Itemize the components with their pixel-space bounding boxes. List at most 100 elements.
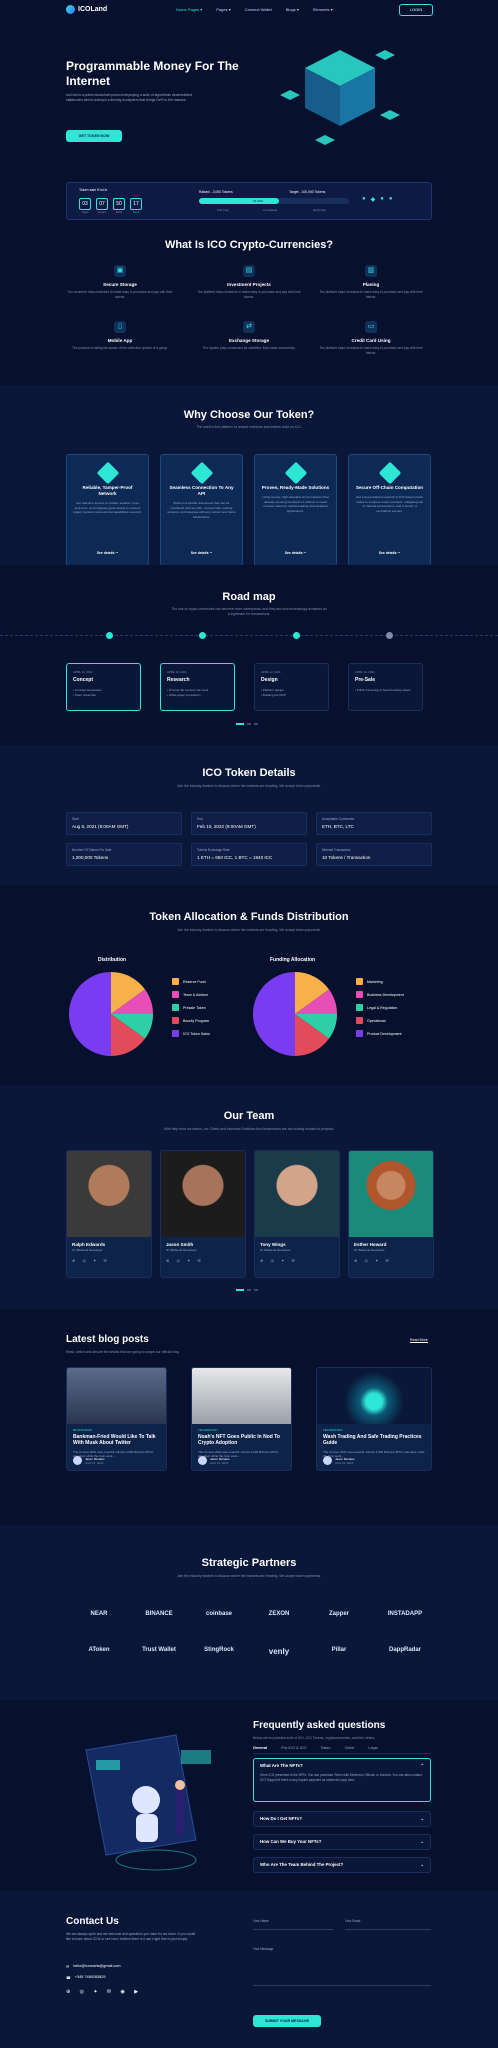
detail-box: Number Of Tokens For Sale 1,000,000 Token… [66, 843, 182, 866]
see-details-link[interactable]: See details ⇀ [349, 551, 430, 555]
detail-box: Acceptable Currencies ETH, BTC, LTC [316, 812, 432, 835]
member-social[interactable]: ⊕ ◎ ✦ ✉ [260, 1258, 334, 1263]
roadmap-pagination[interactable] [236, 723, 258, 725]
feature-desc: The platform helps investors to make eas… [319, 346, 423, 355]
team-pagination[interactable] [236, 1289, 258, 1291]
alloc-title: Token Allocation & Funds Distribution [149, 911, 349, 923]
see-details-link[interactable]: See details ⇀ [161, 551, 242, 555]
nav-home-pages[interactable]: Home Pages ▾ [176, 7, 202, 12]
faq-question: What Are The NFTs? [260, 1763, 303, 1768]
feature-title: Secure Storage [103, 282, 137, 287]
partner-logo[interactable]: INSTADAPP [370, 1611, 440, 1617]
brand[interactable]: ICOLand [66, 5, 107, 14]
tab-client[interactable]: Client [345, 1746, 355, 1750]
roadmap-section: Road map The use of crypto-currencies ha… [0, 565, 498, 745]
see-details-link[interactable]: See details ⇀ [67, 551, 148, 555]
what-is-ico-section: What Is ICO Crypto-Currencies? ▣ Secure S… [0, 225, 498, 385]
faq-section: Frequently asked questions Below we've p… [0, 1700, 498, 1890]
member-social[interactable]: ⊕ ◎ ✦ ✉ [72, 1258, 146, 1263]
roadmap-subtitle: The use of crypto-currencies has become … [171, 607, 327, 617]
why-card-desc: Get a decentralized network of ICO-based… [355, 494, 424, 513]
legend-item: Legal & Regulation [356, 1001, 404, 1014]
detail-key: Tokens Exchange Rate [197, 848, 230, 852]
why-card-desc: Using secure, high-standard smart soluti… [262, 494, 329, 513]
login-button[interactable]: LOGIN [399, 4, 433, 16]
token-details-section: ICO Token Details Join the industry lead… [0, 745, 498, 885]
member-social[interactable]: ⊕ ◎ ✦ ✉ [354, 1258, 428, 1263]
roadmap-date: APRIL 12, 2021 [355, 670, 375, 674]
blog-post-title[interactable]: Wash Trading And Safe Trading Practices … [323, 1434, 425, 1447]
member-role: Sr. Backend Developer [166, 1248, 197, 1252]
tab-legal[interactable]: Legal [368, 1746, 377, 1750]
detail-value: Feb 10, 2022 (9:00AM GMT) [197, 824, 256, 829]
blog-author: Jason Morales April 21, 2021 [73, 1456, 105, 1465]
read-more-link[interactable]: Read More [410, 1338, 428, 1343]
partner-logo[interactable]: Zapper [304, 1611, 374, 1617]
social-links[interactable]: ⊕ ◎ ✦ ✉ ◉ ▶ [66, 1989, 142, 1995]
logo-icon [66, 5, 75, 14]
partner-logo[interactable]: DappRadar [370, 1647, 440, 1653]
raised-text: Raised - 2,000 Tokens [199, 190, 233, 194]
distribution-pie-chart [69, 972, 153, 1056]
message-field[interactable]: Your Message [253, 1946, 431, 1986]
nav-elements[interactable]: Elements ▾ [313, 7, 333, 12]
pie-slice-product-development [253, 972, 295, 1056]
distribution-title: Distribution [98, 957, 127, 963]
roadmap-title: Concept [73, 677, 93, 683]
tab-general[interactable]: General [253, 1746, 267, 1750]
nav-blogs[interactable]: Blogs ▾ [286, 7, 299, 12]
days-label: Days [81, 210, 89, 214]
detail-value: Aug 8, 2021 (9:00AM GMT) [72, 824, 129, 829]
timeline-dot [199, 632, 206, 639]
litecoin-icon: ● [380, 196, 384, 202]
member-photo [161, 1151, 245, 1237]
faq-item[interactable]: How Do I Get NFTs? ⌄ [253, 1811, 431, 1827]
nav-pages[interactable]: Pages ▾ [216, 7, 230, 12]
blog-image [317, 1368, 431, 1424]
mail-icon: ✉ [66, 1965, 70, 1969]
blog-card[interactable]: TECHNOLOGY Wash Trading And Safe Trading … [316, 1367, 432, 1471]
see-details-link[interactable]: See details ⇀ [255, 551, 336, 555]
faq-question: How Do I Get NFTs? [260, 1816, 302, 1821]
get-token-button[interactable]: GET TOKEN NOW [66, 130, 122, 142]
detail-value: 1 ETH = 650 ICC, 1 BTC = 1940 ICC [197, 855, 273, 860]
legend-item: Reserve Fund [172, 975, 210, 988]
faq-item-open[interactable]: What Are The NFTs? ⌃ Once ICO presented is… [253, 1758, 431, 1802]
tab-pre-ico[interactable]: Pre-ICO & ICO [281, 1746, 306, 1750]
legend-item: Team & Advisor [172, 988, 210, 1001]
submit-button[interactable]: SUBMIT YOUR MESSAGE [253, 2015, 321, 2027]
team-subtitle: With help from our teams, our Chiefs and… [163, 1127, 335, 1131]
blog-post-title[interactable]: Noah's NFT Goes Public In Nod To Crypto … [198, 1434, 285, 1447]
hero-section: ICOLand Home Pages ▾ Pages ▾ Connect Wal… [0, 0, 498, 170]
contact-phone[interactable]: ☎ +345 7489283829 [66, 1975, 105, 1980]
mins-value: 50 [113, 198, 125, 210]
contact-text: We are always open and we welcome and qu… [66, 1932, 196, 1941]
nav-connect-wallet[interactable]: Connect Wallet [245, 7, 272, 12]
api-icon [190, 461, 214, 485]
tab-token[interactable]: Token [320, 1746, 330, 1750]
roadmap-title: Design [261, 677, 278, 683]
faq-item[interactable]: Who Are The Team Behind The Project? ⌄ [253, 1857, 431, 1873]
blog-category: TECHNOLOGY [323, 1428, 344, 1432]
blog-post-title[interactable]: Bankman-Fried Would Like To Talk With Mu… [73, 1434, 160, 1447]
details-title: ICO Token Details [202, 767, 296, 779]
feature-desc: The platform helps investors to make eas… [197, 290, 301, 299]
feature-title: Mobile App [107, 338, 133, 343]
avatar [198, 1456, 207, 1465]
blog-card[interactable]: TECHNOLOGY Noah's NFT Goes Public In Nod … [191, 1367, 292, 1471]
roadmap-title: Pre-Sale [355, 677, 376, 683]
member-social[interactable]: ⊕ ◎ ✦ ✉ [166, 1258, 240, 1263]
detail-key: Acceptable Currencies [322, 817, 355, 821]
faq-item[interactable]: How Can We Buy Your NFTs? ⌄ [253, 1834, 431, 1850]
contact-email[interactable]: ✉ hello@icomarts@gmail.com [66, 1964, 121, 1969]
legend-item: Marketing [356, 975, 404, 988]
member-name: Jason Smith [166, 1242, 194, 1247]
roadmap-title: Research [167, 677, 190, 683]
member-photo [67, 1151, 151, 1237]
email-field[interactable]: Your Email [345, 1918, 431, 1930]
phone-icon: ☎ [66, 1976, 71, 1980]
blog-card[interactable]: BLOCKCHAIN Bankman-Fried Would Like To Ta… [66, 1367, 167, 1471]
bitcoin-icon: ● [362, 196, 366, 202]
name-field[interactable]: Your Name [253, 1918, 333, 1930]
partner-logo[interactable]: Pillar [304, 1647, 374, 1653]
